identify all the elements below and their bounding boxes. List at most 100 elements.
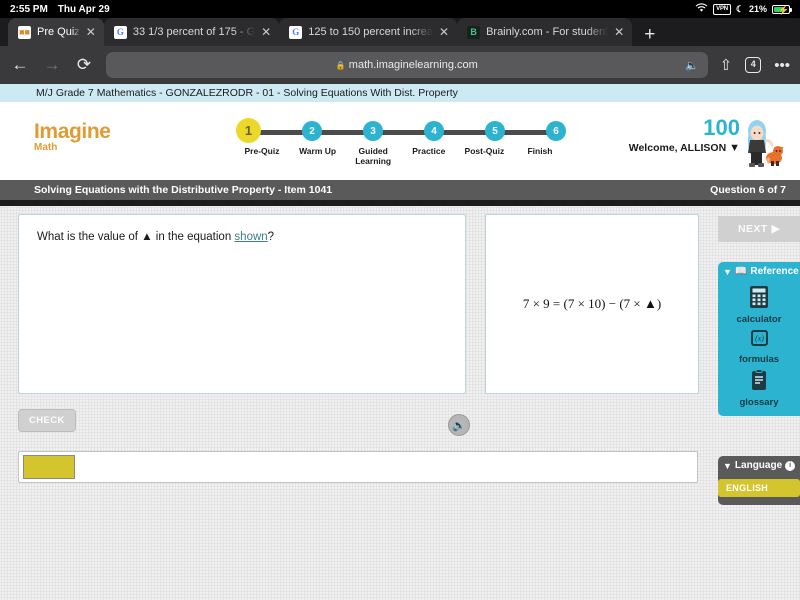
welcome-label[interactable]: Welcome, ALLISON ▼ bbox=[629, 142, 740, 154]
reference-tool-calculator[interactable]: calculator bbox=[718, 285, 800, 325]
browser-tab[interactable]: B Brainly.com - For student ✕ bbox=[457, 18, 633, 46]
play-arrow-icon: ▶ bbox=[771, 223, 781, 235]
speaker-icon[interactable]: 🔊 bbox=[448, 414, 470, 436]
app-header: Imagine Math 1 2 3 4 5 6 Pre-Quiz Warm U… bbox=[0, 102, 800, 180]
step-dot-pre-quiz[interactable]: 1 bbox=[236, 118, 261, 143]
imagine-math-logo[interactable]: Imagine Math bbox=[34, 120, 111, 153]
info-icon[interactable]: i bbox=[785, 460, 796, 471]
question-prompt-before: What is the value of ▲ in the equation bbox=[37, 231, 235, 243]
equation-panel: 7 × 9 = (7 × 10) − (7 × ▲) bbox=[485, 214, 699, 394]
brainly-icon: B bbox=[467, 25, 481, 39]
answer-input[interactable] bbox=[18, 451, 698, 483]
close-icon[interactable]: ✕ bbox=[439, 25, 449, 39]
glossary-icon bbox=[718, 369, 800, 398]
forward-icon[interactable]: → bbox=[42, 55, 62, 75]
answer-cursor-block[interactable] bbox=[23, 455, 75, 479]
step-label-pre-quiz: Pre-Quiz bbox=[244, 146, 280, 156]
language-selected-button[interactable]: ENGLISH bbox=[718, 479, 800, 497]
browser-tab-strip: ■■ Pre Quiz ✕ G 33 1/3 percent of 175 - … bbox=[0, 18, 800, 46]
reload-icon[interactable]: ⟳ bbox=[74, 55, 94, 75]
work-area: What is the value of ▲ in the equation s… bbox=[0, 206, 800, 600]
reference-tool-formulas[interactable]: (x) formulas bbox=[718, 329, 800, 365]
question-prompt-after: ? bbox=[267, 231, 275, 243]
ipad-browser-window: 2:55 PM Thu Apr 29 VPN ☾ 21% ⚡ ■■ Pre Qu… bbox=[0, 0, 800, 600]
calculator-icon bbox=[718, 285, 800, 315]
chevron-down-icon[interactable]: ▼ bbox=[729, 142, 740, 154]
step-dot-warm-up[interactable]: 2 bbox=[302, 121, 322, 141]
reference-panel-title: Reference bbox=[750, 266, 799, 277]
browser-toolbar: ← → ⟳ 🔒 math.imaginelearning.com 🔈 ⇧ 4 •… bbox=[0, 46, 800, 84]
points-score: 100 bbox=[703, 115, 740, 140]
browser-tab[interactable]: G 33 1/3 percent of 175 - G ✕ bbox=[103, 18, 280, 46]
course-banner: M/J Grade 7 Mathematics - GONZALEZRODR -… bbox=[0, 84, 800, 102]
back-icon[interactable]: ← bbox=[10, 55, 30, 75]
reference-tool-label: formulas bbox=[738, 354, 780, 365]
course-title: M/J Grade 7 Mathematics - GONZALEZRODR -… bbox=[36, 87, 458, 99]
next-button[interactable]: NEXT ▶ bbox=[718, 216, 800, 242]
reference-panel: ▼ 📖 Reference calculator (x) formulas gl… bbox=[718, 262, 800, 416]
item-title: Solving Equations with the Distributive … bbox=[34, 184, 333, 196]
lock-icon: 🔒 bbox=[335, 60, 346, 70]
question-panel: What is the value of ▲ in the equation s… bbox=[18, 214, 466, 394]
wifi-icon bbox=[695, 3, 708, 15]
step-label-warm-up: Warm Up bbox=[299, 146, 337, 156]
step-label-practice: Practice bbox=[412, 146, 446, 156]
step-label-finish: Finish bbox=[527, 146, 553, 156]
browser-tab[interactable]: ■■ Pre Quiz ✕ bbox=[8, 18, 104, 46]
tab-title: Pre Quiz bbox=[37, 26, 80, 38]
next-label: NEXT bbox=[737, 223, 768, 235]
tab-title: Brainly.com - For student bbox=[486, 26, 609, 38]
collapse-triangle-icon[interactable]: ▼ bbox=[723, 461, 732, 471]
google-icon: G bbox=[113, 25, 127, 39]
status-time: 2:55 PM bbox=[10, 3, 48, 15]
moon-icon: ☾ bbox=[735, 3, 744, 14]
language-panel: ▼ Language i ENGLISH bbox=[718, 456, 800, 505]
google-icon: G bbox=[289, 25, 303, 39]
reference-tool-label: calculator bbox=[736, 314, 782, 325]
welcome-text: Welcome, ALLISON bbox=[628, 142, 727, 154]
step-dot-guided-learning[interactable]: 3 bbox=[363, 121, 383, 141]
reference-tool-glossary[interactable]: glossary bbox=[718, 369, 800, 408]
progress-stepper: 1 2 3 4 5 6 Pre-Quiz Warm Up Guided Lear… bbox=[236, 118, 566, 166]
browser-tab[interactable]: G 125 to 150 percent increa ✕ bbox=[279, 18, 458, 46]
collapse-triangle-icon[interactable]: ▼ bbox=[723, 267, 732, 277]
step-dot-finish[interactable]: 6 bbox=[546, 121, 566, 141]
status-date: Thu Apr 29 bbox=[57, 3, 110, 15]
question-shown-link[interactable]: shown bbox=[234, 231, 267, 243]
item-title-bar: Solving Equations with the Distributive … bbox=[0, 180, 800, 200]
reference-tool-label: glossary bbox=[739, 397, 779, 408]
user-menu[interactable]: 100 Welcome, ALLISON ▼ bbox=[629, 115, 786, 167]
close-icon[interactable]: ✕ bbox=[261, 25, 271, 39]
url-text: math.imaginelearning.com bbox=[348, 59, 478, 71]
svg-text:(x): (x) bbox=[755, 334, 764, 343]
formulas-icon: (x) bbox=[718, 329, 800, 355]
share-icon[interactable]: ⇧ bbox=[720, 56, 733, 74]
equation-text: 7 × 9 = (7 × 10) − (7 × ▲) bbox=[522, 296, 662, 311]
question-counter: Question 6 of 7 bbox=[710, 184, 786, 196]
tab-overview-button[interactable]: 4 bbox=[745, 57, 762, 73]
logo-primary-text: Imagine bbox=[34, 120, 111, 143]
tab-title: 125 to 150 percent increa bbox=[308, 26, 433, 38]
tab-title: 33 1/3 percent of 175 - G bbox=[132, 26, 256, 38]
language-panel-header[interactable]: ▼ Language i bbox=[718, 456, 800, 475]
step-dot-post-quiz[interactable]: 5 bbox=[485, 121, 505, 141]
imagine-learning-icon: ■■ bbox=[18, 25, 31, 39]
avatar[interactable] bbox=[740, 118, 784, 170]
battery-percent: 21% bbox=[748, 4, 767, 14]
book-icon: 📖 bbox=[734, 266, 748, 277]
step-label-post-quiz: Post-Quiz bbox=[464, 146, 505, 156]
vpn-badge: VPN bbox=[713, 3, 731, 15]
battery-icon: ⚡ bbox=[772, 4, 792, 15]
ios-status-bar: 2:55 PM Thu Apr 29 VPN ☾ 21% ⚡ bbox=[0, 0, 800, 18]
language-panel-title: Language bbox=[734, 460, 783, 471]
close-icon[interactable]: ✕ bbox=[614, 25, 624, 39]
more-icon[interactable]: ••• bbox=[774, 57, 790, 74]
microphone-icon[interactable]: 🔈 bbox=[685, 59, 699, 72]
reference-panel-header[interactable]: ▼ 📖 Reference bbox=[718, 262, 800, 281]
new-tab-button[interactable]: + bbox=[632, 24, 667, 46]
close-icon[interactable]: ✕ bbox=[86, 25, 96, 39]
check-button[interactable]: CHECK bbox=[18, 409, 76, 432]
address-bar[interactable]: 🔒 math.imaginelearning.com 🔈 bbox=[106, 52, 708, 78]
step-label-guided-learning: Guided Learning bbox=[355, 146, 392, 166]
step-dot-practice[interactable]: 4 bbox=[424, 121, 444, 141]
